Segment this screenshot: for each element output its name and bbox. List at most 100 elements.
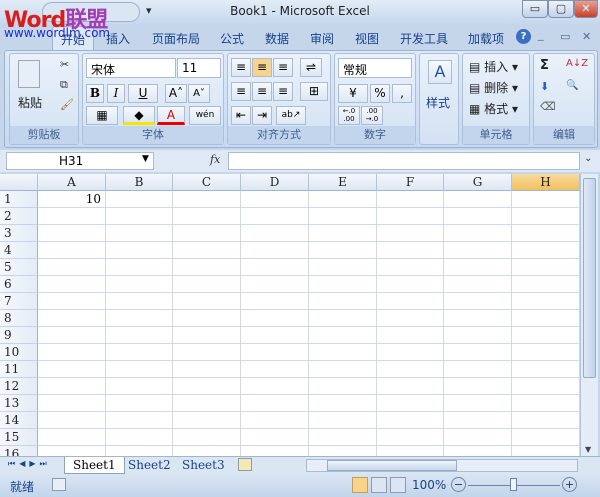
page-layout-view-icon[interactable]	[371, 477, 387, 493]
minimize-button[interactable]: ▭	[522, 0, 548, 18]
fill-button[interactable]: ⬇	[540, 80, 549, 93]
zoom-out-button[interactable]: −	[451, 477, 466, 492]
close-button[interactable]: ✕	[574, 0, 598, 18]
horizontal-scrollbar[interactable]	[306, 459, 578, 472]
tab-addins[interactable]: 加载项	[468, 30, 504, 47]
clear-button[interactable]: ⌫	[540, 100, 556, 113]
insert-sheet-icon[interactable]	[238, 458, 252, 471]
row-header-14[interactable]: 14	[0, 412, 38, 429]
font-size-combo[interactable]: 11	[177, 58, 221, 78]
font-name-combo[interactable]: 宋体	[86, 58, 176, 78]
row-header-15[interactable]: 15	[0, 429, 38, 446]
insert-cells-button[interactable]: ▤ 插入 ▾	[469, 58, 518, 75]
ribbon-restore-button[interactable]: ▭	[560, 30, 570, 43]
fill-color-button[interactable]: ◆	[123, 106, 155, 125]
row-header-8[interactable]: 8	[0, 310, 38, 327]
font-color-button[interactable]: A	[157, 106, 185, 125]
sort-filter-button[interactable]: A↓Z	[566, 58, 588, 69]
help-icon[interactable]: ?	[516, 29, 531, 44]
row-header-1[interactable]: 1	[0, 191, 38, 208]
insert-function-button[interactable]: fx	[210, 153, 220, 166]
column-header-h[interactable]: H	[512, 174, 580, 191]
paste-icon[interactable]	[18, 60, 40, 88]
sheet-tab-sheet3[interactable]: Sheet3	[174, 457, 233, 474]
styles-icon[interactable]: A	[428, 60, 452, 84]
ribbon-close-button[interactable]: ✕	[582, 30, 591, 43]
column-header-b[interactable]: B	[106, 174, 173, 191]
sheet-tab-sheet1[interactable]: Sheet1	[64, 457, 125, 474]
vertical-scrollbar[interactable]: ▼	[580, 174, 598, 456]
macro-record-icon[interactable]	[52, 478, 66, 491]
select-all-corner[interactable]	[0, 174, 38, 191]
row-header-4[interactable]: 4	[0, 242, 38, 259]
vertical-scroll-thumb[interactable]	[583, 178, 596, 378]
row-header-9[interactable]: 9	[0, 327, 38, 344]
horizontal-scroll-thumb[interactable]	[327, 460, 457, 471]
tab-data[interactable]: 数据	[265, 30, 289, 47]
align-top-button[interactable]: ≡	[231, 58, 251, 77]
align-center-button[interactable]: ≡	[252, 82, 272, 101]
sheet-nav-first[interactable]: ⏮	[8, 459, 19, 468]
tab-view[interactable]: 视图	[355, 30, 379, 47]
normal-view-icon[interactable]	[352, 477, 368, 493]
column-header-d[interactable]: D	[241, 174, 309, 191]
zoom-level[interactable]: 100%	[412, 478, 446, 492]
wrap-text-button[interactable]: ⇌	[300, 58, 322, 77]
format-cells-button[interactable]: ▦ 格式 ▾	[469, 100, 518, 117]
decrease-indent-button[interactable]: ⇤	[231, 106, 251, 125]
shrink-font-button[interactable]: A˅	[188, 84, 210, 103]
sheet-nav-prev[interactable]: ◀	[19, 459, 29, 468]
name-box[interactable]: H31	[6, 152, 154, 170]
paste-button[interactable]: 粘贴	[18, 94, 42, 111]
row-header-2[interactable]: 2	[0, 208, 38, 225]
autosum-button[interactable]: Σ	[540, 58, 549, 73]
decrease-decimal-button[interactable]: .00 →.0	[361, 106, 383, 125]
find-select-button[interactable]: 🔍	[566, 80, 578, 91]
row-header-11[interactable]: 11	[0, 361, 38, 378]
align-bottom-button[interactable]: ≡	[273, 58, 293, 77]
name-box-dropdown-icon[interactable]: ▼	[142, 154, 149, 164]
column-header-f[interactable]: F	[377, 174, 444, 191]
align-left-button[interactable]: ≡	[231, 82, 251, 101]
number-format-combo[interactable]: 常规	[338, 58, 412, 78]
cut-icon[interactable]: ✂	[60, 58, 69, 71]
styles-group[interactable]: A 样式	[419, 53, 459, 145]
tab-review[interactable]: 审阅	[310, 30, 334, 47]
border-button[interactable]: ▦	[86, 106, 118, 125]
column-header-g[interactable]: G	[444, 174, 512, 191]
row-header-13[interactable]: 13	[0, 395, 38, 412]
currency-button[interactable]: ¥	[338, 84, 368, 103]
underline-button[interactable]: U	[128, 84, 158, 103]
row-header-5[interactable]: 5	[0, 259, 38, 276]
italic-button[interactable]: I	[107, 84, 125, 103]
worksheet-grid[interactable]: ABCDEFGH 1 2 3 4 5 6 7 8 9 10 11 12 13 14 15 16 10	[0, 174, 580, 456]
grow-font-button[interactable]: A˄	[165, 84, 187, 103]
tab-page-layout[interactable]: 页面布局	[152, 30, 200, 47]
sheet-nav-last[interactable]: ⏭	[40, 459, 51, 468]
scroll-down-arrow-icon[interactable]: ▼	[585, 445, 591, 454]
increase-decimal-button[interactable]: ←.0 .00	[338, 106, 360, 125]
ribbon-minimize-button[interactable]: _	[538, 28, 544, 41]
column-header-e[interactable]: E	[309, 174, 377, 191]
sheet-nav[interactable]: ⏮◀▶⏭	[8, 459, 51, 469]
bold-button[interactable]: B	[86, 84, 104, 103]
row-header-7[interactable]: 7	[0, 293, 38, 310]
row-header-12[interactable]: 12	[0, 378, 38, 395]
row-header-6[interactable]: 6	[0, 276, 38, 293]
copy-icon[interactable]: ⧉	[60, 78, 68, 92]
column-header-c[interactable]: C	[173, 174, 241, 191]
delete-cells-button[interactable]: ▤ 删除 ▾	[469, 79, 518, 96]
restore-button[interactable]: ▢	[548, 0, 574, 18]
column-header-a[interactable]: A	[38, 174, 106, 191]
formula-input[interactable]	[228, 152, 580, 170]
styles-button[interactable]: 样式	[426, 94, 450, 111]
tab-developer[interactable]: 开发工具	[400, 30, 448, 47]
phonetic-button[interactable]: wén	[189, 106, 221, 125]
zoom-in-button[interactable]: +	[562, 477, 577, 492]
expand-formula-bar-icon[interactable]: ⌄	[584, 153, 592, 164]
page-break-view-icon[interactable]	[390, 477, 406, 493]
align-right-button[interactable]: ≡	[273, 82, 293, 101]
merge-center-button[interactable]: ⊞	[300, 82, 328, 101]
sheet-nav-next[interactable]: ▶	[29, 459, 39, 468]
row-header-3[interactable]: 3	[0, 225, 38, 242]
